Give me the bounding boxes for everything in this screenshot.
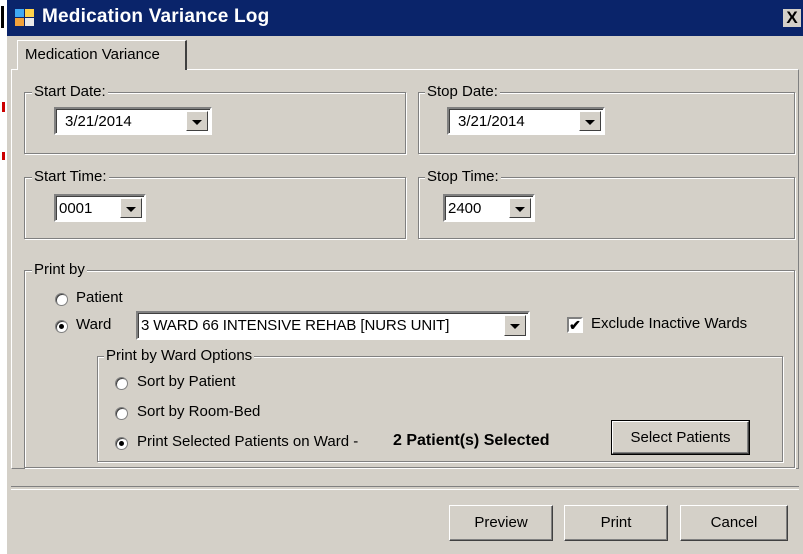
cancel-button[interactable]: Cancel bbox=[680, 505, 788, 541]
print-selected-patients-label[interactable]: Print Selected Patients on Ward - bbox=[137, 433, 358, 450]
start-time-value: 0001 bbox=[59, 200, 93, 217]
stop-time-dropdown[interactable]: 2400 bbox=[443, 194, 535, 222]
ward-dropdown[interactable]: 3 WARD 66 INTENSIVE REHAB [NURS UNIT] bbox=[136, 311, 530, 340]
print-button[interactable]: Print bbox=[564, 505, 668, 541]
print-selected-patients-radio[interactable] bbox=[115, 437, 128, 450]
start-date-dropdown[interactable]: 3/21/2014 bbox=[54, 107, 212, 135]
close-icon[interactable]: X bbox=[783, 9, 801, 27]
ward-options-label: Print by Ward Options bbox=[104, 347, 255, 364]
chevron-down-icon[interactable] bbox=[579, 111, 601, 131]
selected-patients-count: 2 Patient(s) Selected bbox=[393, 432, 550, 449]
start-date-value: 3/21/2014 bbox=[65, 113, 132, 130]
ward-radio-label[interactable]: Ward bbox=[76, 316, 111, 333]
window-title: Medication Variance Log bbox=[42, 6, 270, 27]
start-date-label: Start Date: bbox=[32, 83, 108, 100]
select-patients-button[interactable]: Select Patients bbox=[611, 420, 750, 455]
sort-by-patient-label[interactable]: Sort by Patient bbox=[137, 373, 235, 390]
chevron-down-icon[interactable] bbox=[120, 198, 142, 218]
ward-value: 3 WARD 66 INTENSIVE REHAB [NURS UNIT] bbox=[141, 317, 450, 334]
left-edge bbox=[0, 0, 7, 554]
ward-radio[interactable] bbox=[55, 320, 68, 333]
sort-by-room-bed-label[interactable]: Sort by Room-Bed bbox=[137, 403, 260, 420]
exclude-inactive-checkbox[interactable]: ✔ bbox=[567, 317, 583, 333]
stop-time-label: Stop Time: bbox=[425, 168, 501, 185]
patient-radio[interactable] bbox=[55, 293, 68, 306]
chevron-down-icon[interactable] bbox=[504, 315, 526, 336]
tab-medication-variance[interactable]: Medication Variance bbox=[17, 40, 187, 70]
stop-date-dropdown[interactable]: 3/21/2014 bbox=[447, 107, 605, 135]
start-time-label: Start Time: bbox=[32, 168, 109, 185]
stop-time-value: 2400 bbox=[448, 200, 482, 217]
preview-button[interactable]: Preview bbox=[449, 505, 553, 541]
left-edge-mark bbox=[1, 6, 4, 28]
stop-date-label: Stop Date: bbox=[425, 83, 500, 100]
checkmark-icon: ✔ bbox=[569, 317, 581, 333]
start-time-dropdown[interactable]: 0001 bbox=[54, 194, 146, 222]
print-by-label: Print by bbox=[32, 261, 87, 278]
chevron-down-icon[interactable] bbox=[509, 198, 531, 218]
sort-by-patient-radio[interactable] bbox=[115, 377, 128, 390]
chevron-down-icon[interactable] bbox=[186, 111, 208, 131]
stop-date-value: 3/21/2014 bbox=[458, 113, 525, 130]
app-icon bbox=[14, 7, 36, 27]
left-edge-marker bbox=[2, 102, 5, 112]
exclude-inactive-label[interactable]: Exclude Inactive Wards bbox=[591, 315, 747, 332]
sort-by-room-bed-radio[interactable] bbox=[115, 407, 128, 420]
left-edge-marker bbox=[2, 152, 5, 160]
separator bbox=[11, 486, 799, 490]
patient-radio-label[interactable]: Patient bbox=[76, 289, 123, 306]
